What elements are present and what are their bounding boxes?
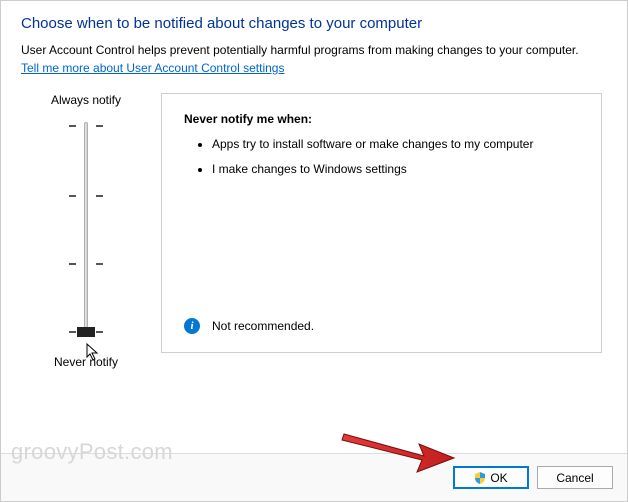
page-title: Choose when to be notified about changes…: [21, 15, 607, 32]
watermark: groovyPost.com: [11, 439, 173, 465]
info-heading: Never notify me when:: [184, 112, 579, 126]
recommendation-text: Not recommended.: [212, 319, 314, 333]
slider-tick: [69, 195, 76, 197]
slider-tick: [69, 125, 76, 127]
slider-bottom-label: Never notify: [21, 355, 151, 369]
ok-button-label: OK: [490, 471, 507, 485]
info-panel: Never notify me when: Apps try to instal…: [161, 93, 602, 353]
slider-tick: [96, 195, 103, 197]
learn-more-link[interactable]: Tell me more about User Account Control …: [21, 61, 284, 75]
slider-thumb[interactable]: [77, 327, 95, 337]
slider-tick: [96, 125, 103, 127]
shield-icon: [474, 472, 486, 484]
info-icon: i: [184, 318, 200, 334]
cancel-button[interactable]: Cancel: [537, 466, 613, 489]
uac-slider[interactable]: [84, 122, 88, 337]
cancel-button-label: Cancel: [556, 471, 593, 485]
slider-tick: [69, 331, 76, 333]
slider-tick: [96, 263, 103, 265]
page-subtitle: User Account Control helps prevent poten…: [21, 42, 607, 59]
slider-top-label: Always notify: [21, 93, 151, 107]
info-bullet: I make changes to Windows settings: [212, 161, 579, 178]
slider-tick: [96, 331, 103, 333]
slider-tick: [69, 263, 76, 265]
ok-button[interactable]: OK: [453, 466, 529, 489]
info-bullet: Apps try to install software or make cha…: [212, 136, 579, 153]
